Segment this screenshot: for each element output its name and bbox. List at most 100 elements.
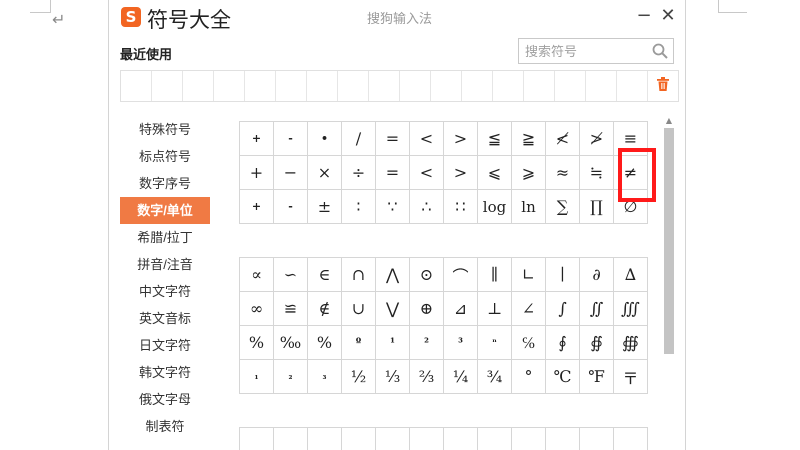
symbol-cell[interactable]: [477, 427, 512, 450]
trash-icon[interactable]: [655, 76, 671, 92]
symbol-cell[interactable]: -: [273, 189, 308, 224]
symbol-cell[interactable]: º: [341, 325, 376, 360]
symbol-cell[interactable]: [273, 427, 308, 450]
symbol-cell[interactable]: ∷: [443, 189, 478, 224]
recent-symbol-slot[interactable]: [152, 71, 183, 101]
symbol-cell[interactable]: >: [443, 155, 478, 190]
search-input[interactable]: [525, 42, 645, 60]
sidebar-item[interactable]: 数字序号: [120, 170, 210, 197]
symbol-cell[interactable]: log: [477, 189, 512, 224]
symbol-cell[interactable]: ∥: [477, 257, 512, 292]
symbol-cell[interactable]: ¹: [375, 325, 410, 360]
symbol-cell[interactable]: ⩾: [511, 155, 546, 190]
recent-symbol-slot[interactable]: [307, 71, 338, 101]
sidebar-item[interactable]: 拼音/注音: [120, 251, 210, 278]
symbol-cell[interactable]: ≡: [613, 121, 648, 156]
symbol-cell[interactable]: ℃: [545, 359, 580, 394]
symbol-cell[interactable]: ∑: [545, 189, 580, 224]
symbol-cell[interactable]: [307, 427, 342, 450]
recent-symbol-slot[interactable]: [555, 71, 586, 101]
symbol-cell[interactable]: <: [409, 121, 444, 156]
symbol-cell[interactable]: ‰: [273, 325, 308, 360]
sidebar-item[interactable]: 俄文字母: [120, 386, 210, 413]
symbol-cell[interactable]: ∝: [239, 257, 274, 292]
scroll-up-arrow-icon[interactable]: ▲: [664, 116, 674, 126]
symbol-cell[interactable]: ≒: [579, 155, 614, 190]
symbol-cell[interactable]: ∴: [409, 189, 444, 224]
symbol-cell[interactable]: %: [307, 325, 342, 360]
symbol-cell[interactable]: ²: [409, 325, 444, 360]
symbol-cell[interactable]: [443, 427, 478, 450]
recent-symbol-slot[interactable]: [617, 71, 648, 101]
recent-symbol-slot[interactable]: [369, 71, 400, 101]
symbol-cell[interactable]: ∫: [545, 291, 580, 326]
symbol-cell[interactable]: ∯: [579, 325, 614, 360]
symbol-cell[interactable]: ∬: [579, 291, 614, 326]
sidebar-item[interactable]: 制表符: [120, 413, 210, 440]
symbol-cell[interactable]: <: [409, 155, 444, 190]
symbol-cell[interactable]: ³: [443, 325, 478, 360]
symbol-cell[interactable]: ∟: [511, 257, 546, 292]
symbol-cell[interactable]: ≈: [545, 155, 580, 190]
symbol-cell[interactable]: +: [239, 189, 274, 224]
symbol-cell[interactable]: ∂: [579, 257, 614, 292]
symbol-cell[interactable]: +: [239, 155, 274, 190]
symbol-cell[interactable]: ½: [341, 359, 376, 394]
symbol-cell[interactable]: [545, 427, 580, 450]
symbol-cell[interactable]: ∪: [341, 291, 376, 326]
recent-symbol-slot[interactable]: [276, 71, 307, 101]
sidebar-item[interactable]: 英文音标: [120, 305, 210, 332]
symbol-cell[interactable]: ∰: [613, 325, 648, 360]
symbol-cell[interactable]: ⅔: [409, 359, 444, 394]
symbol-cell[interactable]: ∏: [579, 189, 614, 224]
symbol-cell[interactable]: ₁: [239, 359, 274, 394]
symbol-cell[interactable]: ⋁: [375, 291, 410, 326]
symbol-cell[interactable]: ⋀: [375, 257, 410, 292]
symbol-cell[interactable]: ≧: [511, 121, 546, 156]
symbol-cell[interactable]: ln: [511, 189, 546, 224]
sidebar-item[interactable]: 希腊/拉丁: [120, 224, 210, 251]
symbol-cell[interactable]: ⊕: [409, 291, 444, 326]
title-bar[interactable]: S 符号大全 搜狗输入法 − ✕: [109, 0, 685, 36]
symbol-cell[interactable]: ₂: [273, 359, 308, 394]
symbol-cell[interactable]: ⁿ: [477, 325, 512, 360]
symbol-cell[interactable]: ±: [307, 189, 342, 224]
symbol-cell[interactable]: [409, 427, 444, 450]
symbol-cell[interactable]: ≠: [613, 155, 648, 190]
recent-symbol-slot[interactable]: [586, 71, 617, 101]
symbol-cell[interactable]: [341, 427, 376, 450]
symbol-cell[interactable]: [511, 427, 546, 450]
symbol-cell[interactable]: −: [273, 155, 308, 190]
symbol-cell[interactable]: ×: [307, 155, 342, 190]
symbol-cell[interactable]: =: [375, 155, 410, 190]
recent-symbol-slot[interactable]: [462, 71, 493, 101]
recent-symbol-slot[interactable]: [121, 71, 152, 101]
recent-symbol-slot[interactable]: [245, 71, 276, 101]
symbol-cell[interactable]: ⊙: [409, 257, 444, 292]
symbol-cell[interactable]: ∠: [511, 291, 546, 326]
symbol-cell[interactable]: ¼: [443, 359, 478, 394]
symbol-cell[interactable]: ⊿: [443, 291, 478, 326]
symbol-cell[interactable]: ℅: [511, 325, 546, 360]
symbol-cell[interactable]: 〒: [613, 359, 648, 394]
vertical-scrollbar[interactable]: ▲: [664, 116, 674, 450]
sidebar-item[interactable]: 日文字符: [120, 332, 210, 359]
symbol-cell[interactable]: ¾: [477, 359, 512, 394]
sidebar-item[interactable]: 特殊符号: [120, 116, 210, 143]
symbol-cell[interactable]: ₃: [307, 359, 342, 394]
symbol-cell[interactable]: >: [443, 121, 478, 156]
symbol-cell[interactable]: ⌒: [443, 257, 478, 292]
recent-symbol-slot[interactable]: [524, 71, 555, 101]
symbol-cell[interactable]: ÷: [341, 155, 376, 190]
symbol-cell[interactable]: [613, 427, 648, 450]
recent-symbol-slot[interactable]: [400, 71, 431, 101]
symbol-cell[interactable]: °: [511, 359, 546, 394]
symbol-cell[interactable]: ∶: [341, 189, 376, 224]
symbol-cell[interactable]: ℉: [579, 359, 614, 394]
symbol-cell[interactable]: ∅: [613, 189, 648, 224]
symbol-cell[interactable]: [375, 427, 410, 450]
symbol-cell[interactable]: ∩: [341, 257, 376, 292]
recent-symbol-slot[interactable]: [431, 71, 462, 101]
symbol-cell[interactable]: =: [375, 121, 410, 156]
symbol-cell[interactable]: ≦: [477, 121, 512, 156]
